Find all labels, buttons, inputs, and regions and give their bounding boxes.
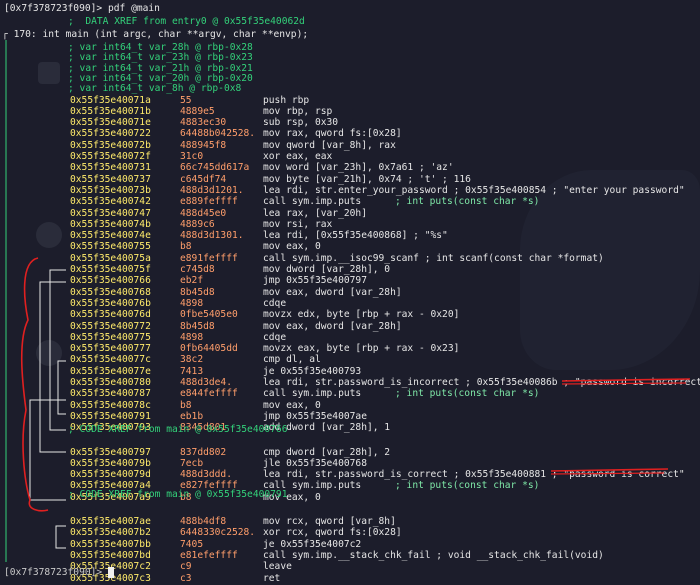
red-underline-correct-2 (550, 472, 665, 475)
jump-arrows-overlay (5, 40, 691, 562)
red-underline-incorrect (561, 378, 691, 382)
jump-arrow-3 (57, 360, 66, 415)
jump-arrow-2 (39, 281, 66, 453)
jump-arrow-4 (29, 399, 66, 501)
jump-arrow-5 (55, 525, 66, 549)
red-underline-incorrect-2 (561, 382, 687, 385)
red-underline-correct (550, 468, 669, 472)
red-bracket-annotation (20, 257, 49, 512)
